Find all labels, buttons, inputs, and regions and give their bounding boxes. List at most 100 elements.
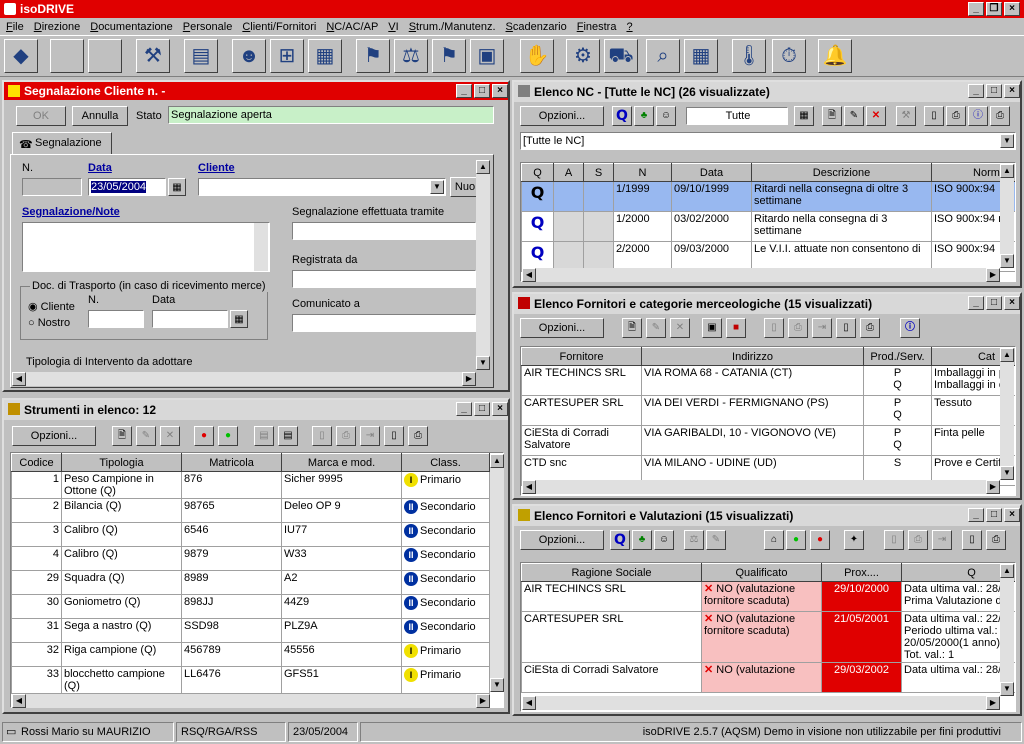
car-icon[interactable]: ⛟: [604, 39, 638, 73]
handtruck-yellow-icon[interactable]: ⚑: [432, 39, 466, 73]
green-light-icon[interactable]: ●: [786, 530, 806, 550]
menu-item-0[interactable]: File: [6, 21, 24, 33]
print-icon[interactable]: ⎙: [336, 426, 356, 446]
menu-item-2[interactable]: Documentazione: [90, 21, 173, 33]
scroll-right-button[interactable]: ▶: [986, 480, 1000, 494]
new-doc-icon[interactable]: 🗎: [622, 318, 642, 338]
nc-col-3[interactable]: N: [613, 163, 672, 182]
valutazioni-col-1[interactable]: Qualificato: [701, 563, 822, 582]
menu-item-4[interactable]: Clienti/Fornitori: [242, 21, 316, 33]
menu-item-10[interactable]: ?: [626, 21, 632, 33]
page-icon[interactable]: ▯: [962, 530, 982, 550]
maximize-button[interactable]: □: [474, 402, 490, 416]
new-doc-icon[interactable]: 🗎: [112, 426, 132, 446]
new-doc-icon[interactable]: 🗎: [822, 106, 842, 126]
scroll-right-button[interactable]: ▶: [986, 268, 1000, 282]
scroll-right-button[interactable]: ▶: [462, 372, 476, 386]
table-row[interactable]: CARTESUPER SRL ✕ NO (valutazione fornitor…: [521, 611, 1015, 663]
fornitori-col-0[interactable]: Fornitore: [521, 347, 642, 366]
strumenti-col-2[interactable]: Matricola: [181, 453, 282, 472]
tool2-icon[interactable]: ▤: [278, 426, 298, 446]
table-row[interactable]: AIR TECHINCS SRL VIA ROMA 68 - CATANIA (C…: [521, 365, 1015, 396]
print-icon[interactable]: ⎙: [908, 530, 928, 550]
scroll-down-button[interactable]: ▼: [1000, 466, 1014, 480]
people-icon[interactable]: ☺: [654, 530, 674, 550]
tree-icon[interactable]: ♣: [632, 530, 652, 550]
supplier-icon[interactable]: ▣: [702, 318, 722, 338]
export-icon[interactable]: ⇥: [812, 318, 832, 338]
table-row[interactable]: 2 Bilancia (Q) 98765 Deleo OP 9 II Secondario: [11, 498, 490, 523]
scroll-left-button[interactable]: ◀: [522, 696, 536, 710]
chevron-down-icon[interactable]: ▼: [430, 180, 444, 194]
q-icon[interactable]: Q: [612, 106, 632, 126]
scroll-left-button[interactable]: ◀: [12, 694, 26, 708]
radio-nostro[interactable]: ○ Nostro: [28, 317, 70, 329]
table-row[interactable]: 1 Peso Campione in Ottone (Q) 876 Sicher 99…: [11, 471, 490, 499]
maximize-button[interactable]: □: [986, 508, 1002, 522]
nc-combo[interactable]: [Tutte le NC]: [520, 132, 1016, 150]
people-icon[interactable]: ☺: [656, 106, 676, 126]
doc-icon[interactable]: ▯: [924, 106, 944, 126]
tab-segnalazione[interactable]: ☎ Segnalazione: [12, 132, 112, 154]
page-icon[interactable]: ▯: [384, 426, 404, 446]
print-icon[interactable]: ⎙: [788, 318, 808, 338]
strumenti-col-0[interactable]: Codice: [11, 453, 62, 472]
red-light-icon[interactable]: ●: [194, 426, 214, 446]
q-icon[interactable]: Q: [610, 530, 630, 550]
blank-icon[interactable]: [88, 39, 122, 73]
nc-col-2[interactable]: S: [583, 163, 614, 182]
export-icon[interactable]: ⇥: [360, 426, 380, 446]
table-row[interactable]: 32 Riga campione (Q) 456789 45556 I Primario: [11, 642, 490, 667]
table-row[interactable]: CiESta di Corradi Salvatore ✕ NO (valutaz…: [521, 662, 1015, 693]
delete-icon[interactable]: ✕: [160, 426, 180, 446]
minimize-button[interactable]: _: [968, 2, 984, 16]
table-row[interactable]: 4 Calibro (Q) 9879 W33 II Secondario: [11, 546, 490, 571]
nc-col-0[interactable]: Q: [521, 163, 554, 182]
red-light-icon[interactable]: ●: [810, 530, 830, 550]
printer-icon[interactable]: ⎙: [990, 106, 1010, 126]
info-icon[interactable]: ⓘ: [900, 318, 920, 338]
print-icon[interactable]: ⎙: [946, 106, 966, 126]
chevron-down-icon[interactable]: ▼: [1000, 134, 1014, 148]
close-button[interactable]: ×: [1004, 296, 1020, 310]
fornitori-col-1[interactable]: Indirizzo: [641, 347, 864, 366]
table-row[interactable]: 3 Calibro (Q) 6546 IU77 II Secondario: [11, 522, 490, 547]
edit-icon[interactable]: ✎: [136, 426, 156, 446]
scroll-up-button[interactable]: ▲: [476, 160, 490, 174]
strumenti-col-4[interactable]: Class.: [401, 453, 490, 472]
menu-item-1[interactable]: Direzione: [34, 21, 80, 33]
diskette-icon[interactable]: ◆: [4, 39, 38, 73]
book-icon[interactable]: ▤: [184, 39, 218, 73]
valutazioni-col-2[interactable]: Prox....: [821, 563, 902, 582]
radio-cliente[interactable]: ◉ Cliente: [28, 300, 75, 313]
doc-n-field[interactable]: [88, 310, 144, 328]
annulla-button[interactable]: Annulla: [72, 106, 128, 126]
scroll-right-button[interactable]: ▶: [476, 694, 490, 708]
gavel-icon[interactable]: ⚒: [136, 39, 170, 73]
printer-icon[interactable]: ⎙: [986, 530, 1006, 550]
truck-icon[interactable]: ■: [726, 318, 746, 338]
table-row[interactable]: CiESta di Corradi Salvatore VIA GARIBALDI…: [521, 425, 1015, 456]
scroll-left-button[interactable]: ◀: [12, 372, 26, 386]
scroll-down-button[interactable]: ▼: [490, 678, 504, 692]
bell-icon[interactable]: 🔔: [818, 39, 852, 73]
ok-button[interactable]: OK: [16, 106, 66, 126]
maximize-button[interactable]: □: [986, 296, 1002, 310]
opzioni-button[interactable]: Opzioni...: [12, 426, 96, 446]
table-row[interactable]: Q 2/2000 09/03/2000 Le V.I.I. attuate non c…: [521, 241, 1015, 272]
chart-icon[interactable]: ⌂: [764, 530, 784, 550]
scroll-up-button[interactable]: ▲: [1000, 348, 1014, 362]
edit-icon[interactable]: ✎: [844, 106, 864, 126]
menu-item-9[interactable]: Finestra: [577, 21, 617, 33]
nc-col-5[interactable]: Descrizione: [751, 163, 932, 182]
scroll-up-button[interactable]: ▲: [490, 454, 504, 468]
calendar-icon[interactable]: ▦: [168, 178, 186, 196]
tool-icon[interactable]: ▤: [254, 426, 274, 446]
export-icon[interactable]: ⇥: [932, 530, 952, 550]
close-button[interactable]: ×: [492, 84, 508, 98]
tool-icon[interactable]: ✦: [844, 530, 864, 550]
handshake-icon[interactable]: ✋: [520, 39, 554, 73]
scroll-down-button[interactable]: ▼: [476, 356, 490, 370]
doc-icon[interactable]: ▯: [884, 530, 904, 550]
presentation-icon[interactable]: ▦: [308, 39, 342, 73]
